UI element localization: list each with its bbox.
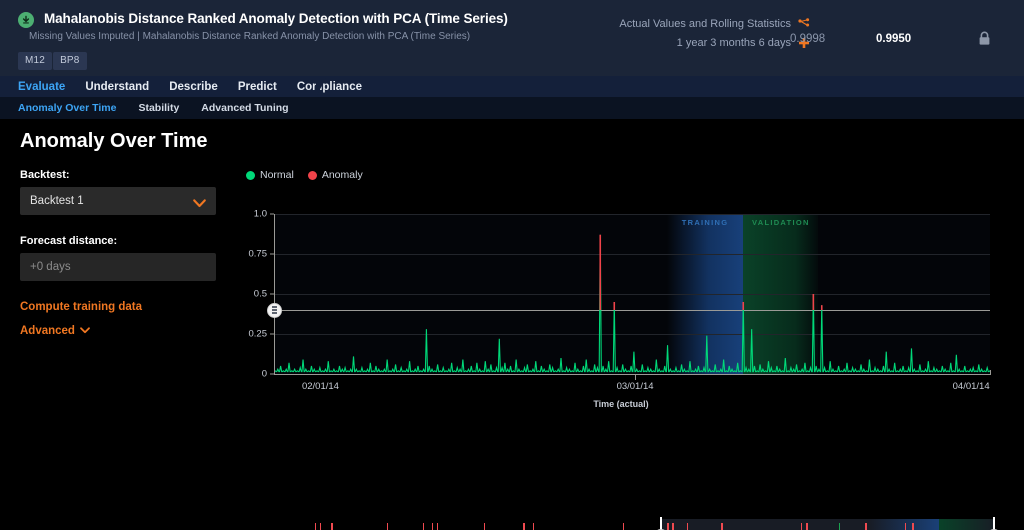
blueprint-name: Actual Values and Rolling Statistics — [619, 18, 791, 30]
secondary-tabbar: Anomaly Over Time Stability Advanced Tun… — [0, 97, 1024, 119]
primary-tabbar: Evaluate Understand Describe Predict Com… — [0, 76, 1024, 97]
backtest-select[interactable]: Backtest 1 — [20, 187, 216, 215]
x-axis-line — [274, 374, 991, 375]
scrubber-anomaly-mark — [721, 523, 722, 530]
scrubber-training-band — [869, 519, 939, 530]
header-duration-row[interactable]: 1 year 3 months 6 days — [540, 37, 810, 49]
tab-evaluate[interactable]: Evaluate — [18, 81, 65, 93]
backtest-selected-value: Backtest 1 — [30, 195, 84, 207]
scrubber-validation-band — [939, 519, 994, 530]
scrubber-anomaly-mark — [672, 523, 673, 530]
page-header-title: Mahalanobis Distance Ranked Anomaly Dete… — [44, 11, 508, 26]
app-header: Mahalanobis Distance Ranked Anomaly Dete… — [0, 0, 1024, 76]
scrubber-anomaly-mark — [533, 523, 534, 530]
scrubber-anomaly-mark — [687, 523, 688, 530]
scrubber-anomaly-mark — [331, 523, 332, 530]
y-axis-tick-label: 1.0 — [254, 209, 267, 220]
plot-area[interactable]: TRAININGVALIDATION — [275, 214, 990, 374]
duration-value: 1 year 3 months 6 days — [677, 37, 791, 49]
compute-training-data-link[interactable]: Compute training data — [20, 301, 216, 313]
header-blueprint-row[interactable]: Actual Values and Rolling Statistics — [540, 18, 810, 30]
primary-tabs: Evaluate Understand Describe Predict Com… — [0, 76, 1024, 97]
advanced-label: Advanced — [20, 325, 75, 337]
y-axis-tick-label: 0.5 — [254, 289, 267, 300]
scrubber-anomaly-mark — [484, 523, 485, 530]
scrubber-anomaly-mark — [806, 523, 807, 530]
x-axis-tick-label: 02/01/14 — [302, 381, 339, 392]
scrubber-anomaly-mark — [801, 523, 802, 530]
y-axis-tick-mark — [270, 334, 274, 335]
blueprint-graph-icon[interactable] — [798, 18, 810, 30]
y-axis-tick-mark — [270, 294, 274, 295]
y-axis-tick-label: 0 — [262, 369, 267, 380]
chevron-down-icon — [80, 325, 90, 337]
scrubber-anomaly-mark — [667, 523, 668, 530]
scrubber-anomaly-mark — [623, 523, 624, 530]
legend-item-normal[interactable]: Normal — [246, 169, 294, 181]
scrubber-anomaly-mark — [387, 523, 388, 530]
legend-swatch-normal — [246, 171, 255, 180]
y-axis-tick-mark — [270, 374, 274, 375]
scrubber-anomaly-mark — [437, 523, 438, 530]
download-circle-icon — [18, 12, 34, 28]
subtab-advanced-tuning[interactable]: Advanced Tuning — [201, 102, 288, 114]
header-meta: Actual Values and Rolling Statistics 1 y… — [540, 18, 810, 49]
metric-holdout-score: 0.9950 — [876, 33, 911, 45]
metric-validation-score: 0.9998 — [790, 33, 825, 45]
scrubber-selected-range[interactable] — [660, 519, 995, 530]
chevron-down-icon — [193, 195, 206, 213]
legend-label-normal: Normal — [260, 169, 294, 181]
x-axis-tick-label: 04/01/14 — [953, 381, 990, 392]
secondary-tabs: Anomaly Over Time Stability Advanced Tun… — [0, 97, 1024, 119]
scrubber-band-overlay — [661, 519, 994, 530]
scrubber-anomaly-mark — [320, 523, 321, 530]
advanced-toggle[interactable]: Advanced — [20, 325, 216, 337]
y-axis-tick-label: 0.25 — [249, 329, 268, 340]
forecast-distance-placeholder: +0 days — [30, 261, 71, 273]
badge-bp8[interactable]: BP8 — [53, 52, 87, 70]
forecast-distance-label: Forecast distance: — [20, 235, 216, 247]
forecast-distance-input[interactable]: +0 days — [20, 253, 216, 281]
model-badges: M12 BP8 — [18, 52, 87, 70]
legend-item-anomaly[interactable]: Anomaly — [308, 169, 363, 181]
time-range-scrubber[interactable]: 01/01/13 04/01/14 — [275, 519, 995, 530]
y-axis-tick-mark — [270, 254, 274, 255]
scrubber-anomaly-mark — [912, 523, 913, 530]
scrubber-validation-divider — [839, 523, 840, 530]
page-title: Anomaly Over Time — [20, 130, 207, 153]
anomaly-chart: Normal Anomaly TRAININGVALIDATION 1.0 0.7… — [236, 159, 1006, 519]
lock-icon[interactable] — [978, 31, 991, 51]
subtab-anomaly-over-time[interactable]: Anomaly Over Time — [18, 102, 116, 114]
legend-swatch-anomaly — [308, 171, 317, 180]
x-axis-tick-label: 03/01/14 — [617, 381, 654, 392]
anomaly-score-series — [275, 214, 990, 374]
x-axis-tick-mark — [635, 375, 636, 380]
page-body: Anomaly Over Time Backtest: Backtest 1 F… — [0, 119, 1024, 530]
tab-understand[interactable]: Understand — [85, 81, 149, 93]
scrubber-anomaly-mark — [315, 523, 316, 530]
grip-icon — [272, 306, 277, 313]
scrubber-anomaly-mark — [865, 523, 866, 530]
badge-m12[interactable]: M12 — [18, 52, 52, 70]
x-axis-right-cap — [990, 370, 991, 375]
chart-legend: Normal Anomaly — [246, 169, 363, 181]
tab-compliance[interactable]: Compliance — [297, 81, 362, 93]
subtab-stability[interactable]: Stability — [138, 102, 179, 114]
tab-describe[interactable]: Describe — [169, 81, 218, 93]
y-axis-tick-label: 0.75 — [249, 249, 268, 260]
tab-predict[interactable]: Predict — [238, 81, 277, 93]
page-header-subtitle: Missing Values Imputed | Mahalanobis Dis… — [29, 31, 470, 42]
anomaly-threshold-handle[interactable] — [267, 303, 282, 318]
backtest-label: Backtest: — [20, 169, 216, 181]
x-axis-title: Time (actual) — [236, 399, 1006, 409]
y-axis-tick-mark — [270, 214, 274, 215]
scrubber-anomaly-mark — [432, 523, 433, 530]
scrubber-anomaly-mark — [523, 523, 524, 530]
legend-label-anomaly: Anomaly — [322, 169, 363, 181]
scrubber-anomaly-mark — [423, 523, 424, 530]
scrubber-anomaly-mark — [905, 523, 906, 530]
chart-controls-panel: Backtest: Backtest 1 Forecast distance: … — [20, 169, 216, 337]
